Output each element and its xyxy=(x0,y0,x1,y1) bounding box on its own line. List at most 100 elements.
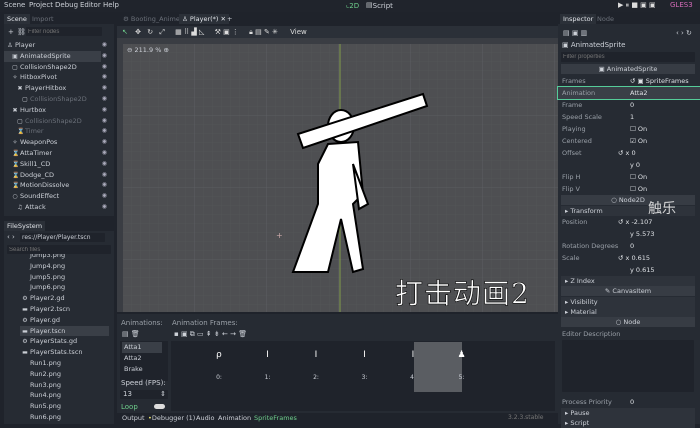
file-item[interactable]: Run4.png xyxy=(20,390,109,401)
visibility-eye-icon[interactable]: ◉ xyxy=(102,191,107,202)
visibility-eye-icon[interactable]: ◉ xyxy=(102,83,107,94)
prop-position[interactable]: Position ↺ x -2.107 xyxy=(558,216,700,228)
visibility-eye-icon[interactable]: ◉ xyxy=(102,170,107,181)
frame-cell[interactable]: Ⅰ 1: xyxy=(220,342,271,392)
visibility-eye-icon[interactable]: ◉ xyxy=(102,94,107,105)
file-item[interactable]: Run2.png xyxy=(20,369,109,380)
prop-speed-scale[interactable]: Speed Scale 1 xyxy=(558,111,700,123)
section-header[interactable]: ▣ AnimatedSprite xyxy=(561,64,695,74)
scene-node[interactable]: ▢ CollisionShape2D ◉ xyxy=(4,116,109,127)
prop-frames[interactable]: Frames ↺ ▣ SpriteFrames xyxy=(558,75,700,87)
tab-filesystem[interactable]: FileSystem xyxy=(4,221,46,231)
file-item[interactable]: ▬ PlayerStats.tscn xyxy=(20,347,109,358)
tab-audio[interactable]: Audio xyxy=(196,414,214,422)
history-nav-icon[interactable]: ‹ › xyxy=(7,233,15,241)
menu-project[interactable]: Project xyxy=(29,1,53,9)
workspace-2d[interactable]: ⌞ 2D xyxy=(346,1,359,10)
visibility-eye-icon[interactable]: ◉ xyxy=(102,137,107,148)
snap-tools-icon[interactable]: ▦ ⠿ ▟ ◺ xyxy=(175,28,204,36)
visibility-eye-icon[interactable]: ◉ xyxy=(102,202,107,213)
tab-spriteframes[interactable]: SpriteFrames xyxy=(254,414,297,422)
tab-inspector[interactable]: Inspector xyxy=(560,14,597,24)
frame-cell[interactable]: ♟ 5: xyxy=(413,342,466,392)
rotate-tool-icon[interactable]: ↻ xyxy=(147,28,153,36)
animation-atta1[interactable]: Atta1 xyxy=(122,342,162,353)
inspector-tools-icon[interactable]: ▤ ▣ ▥ xyxy=(563,29,587,37)
prop-rotation[interactable]: Rotation Degrees 0 xyxy=(558,240,700,252)
frame-cell[interactable]: Ⅰ4: xyxy=(365,342,416,392)
prop-scale[interactable]: Scale ↺ x 0.615 xyxy=(558,252,700,264)
prop-frame[interactable]: Frame 0 xyxy=(558,99,700,111)
scene-node[interactable]: ✖ Hurtbox ◉ xyxy=(4,105,109,116)
subsection-visibility[interactable]: ▸ Visibility xyxy=(561,297,695,307)
scale-tool-icon[interactable]: ⤢ xyxy=(159,28,165,36)
move-tool-icon[interactable]: ✥ xyxy=(135,28,141,36)
prop-flip-v[interactable]: Flip V ☐ On xyxy=(558,183,700,195)
animation-brake[interactable]: Brake xyxy=(122,364,143,375)
viewport-2d[interactable]: + ⊖ 211.9 % ⊕ 打击动画2 xyxy=(117,38,558,312)
bone-tools-icon[interactable]: ⚒ ▣ ⋮ xyxy=(215,28,239,36)
path-field[interactable]: res://Player/Player.tscn xyxy=(20,233,105,242)
file-item[interactable]: ⚙ Player2.gd xyxy=(20,293,109,304)
workspace-script[interactable]: ▤ Script xyxy=(366,1,393,10)
tab-animation[interactable]: Animation xyxy=(218,414,251,422)
subsection-material[interactable]: ▸ Material xyxy=(561,307,695,317)
link-icon[interactable]: ⛓ xyxy=(17,28,26,36)
file-item[interactable]: ▬ Player.tscn xyxy=(20,325,109,337)
menu-scene[interactable]: Scene xyxy=(4,1,25,9)
prop-animation[interactable]: Animation Atta2 xyxy=(557,86,700,100)
history-icon[interactable]: ‹ › ↻ xyxy=(676,29,692,37)
visibility-eye-icon[interactable]: ◉ xyxy=(102,148,107,159)
file-item[interactable]: ▬ Player2.tscn xyxy=(20,304,109,315)
scene-node[interactable]: ▣ AnimatedSprite ◉ xyxy=(4,50,107,62)
visibility-eye-icon[interactable]: ◉ xyxy=(102,62,107,73)
scene-node[interactable]: ✧ WeaponPos ◉ xyxy=(4,137,109,148)
file-item[interactable]: Run3.png xyxy=(20,380,109,391)
tab-scene[interactable]: Scene xyxy=(4,14,30,24)
add-node-icon[interactable]: + xyxy=(8,28,14,36)
menu-debug[interactable]: Debug xyxy=(55,1,78,9)
prop-position-y[interactable]: y 5.573 xyxy=(558,228,700,240)
frame-tools-icon[interactable]: ▪ ▣ ⧉ ▭ ⇞ ⇟ ← → 🗑︎ xyxy=(174,330,247,339)
scene-node[interactable]: ⌛Skill1_CD ◉ xyxy=(4,159,109,170)
new-tab-button[interactable]: + xyxy=(224,14,235,24)
subsection-pause[interactable]: ▸ Pause xyxy=(561,408,695,418)
file-item[interactable]: Jump3.png xyxy=(20,254,109,261)
menu-help[interactable]: Help xyxy=(103,1,119,9)
file-item[interactable]: Jump5.png xyxy=(20,272,109,283)
frame-cell[interactable]: ⍴ 0: xyxy=(171,342,222,392)
scene-node[interactable]: ✖ PlayerHitbox ◉ xyxy=(4,83,109,94)
lock-icon[interactable]: 🔒︎ ▤ ✎ ✳ xyxy=(249,28,278,36)
visibility-eye-icon[interactable]: ◉ xyxy=(102,105,107,116)
file-item[interactable]: Run6.png xyxy=(20,412,109,423)
visibility-eye-icon[interactable]: ◉ xyxy=(102,40,107,51)
prop-process-priority[interactable]: Process Priority 0 xyxy=(558,396,700,408)
scene-node[interactable]: ♫ Attack ◉ xyxy=(4,202,109,213)
visibility-eye-icon[interactable]: ◉ xyxy=(102,126,107,137)
scene-node[interactable]: ♙ Player ◉ xyxy=(4,40,109,51)
visibility-eye-icon[interactable]: ◉ xyxy=(102,116,107,127)
subsection-script[interactable]: ▸ Script xyxy=(561,418,695,428)
tab-booting-anime[interactable]: ⚙ Booting_Anime xyxy=(120,14,183,24)
play-icon[interactable]: ▶ ⏸ ■ ▣ ▣ xyxy=(618,1,656,10)
prop-centered[interactable]: Centered ☑ On xyxy=(558,135,700,147)
scene-node[interactable]: ⌛Dodge_CD ◉ xyxy=(4,170,109,181)
filter-properties-input[interactable] xyxy=(561,52,695,62)
frame-cell[interactable]: Ⅰ 3: xyxy=(317,342,368,392)
tab-player[interactable]: ♙ Player(*) ✕ xyxy=(179,14,229,24)
new-animation-icon[interactable]: ▤ 🗑︎ xyxy=(122,330,140,338)
prop-flip-h[interactable]: Flip H ☐ On xyxy=(558,171,700,183)
view-menu[interactable]: View xyxy=(290,28,307,36)
tab-debugger[interactable]: •Debugger (1) xyxy=(148,414,195,422)
prop-offset[interactable]: Offset ↺ x 0 xyxy=(558,147,700,159)
tab-output[interactable]: Output xyxy=(122,414,145,422)
scene-node[interactable]: ⌛Timer ◉ xyxy=(4,126,109,137)
file-item[interactable]: ⚙ Player.gd xyxy=(20,315,109,326)
scene-node[interactable]: ○ SoundEffect ◉ xyxy=(4,191,109,202)
tab-node[interactable]: Node xyxy=(594,14,617,24)
renderer-select[interactable]: GLES3 xyxy=(670,1,693,9)
frame-cell[interactable]: Ⅰ 2: xyxy=(268,342,319,392)
search-files-input[interactable] xyxy=(7,245,111,254)
speed-input[interactable]: 13 ⇕ xyxy=(120,390,168,399)
visibility-eye-icon[interactable]: ◉ xyxy=(102,180,107,191)
